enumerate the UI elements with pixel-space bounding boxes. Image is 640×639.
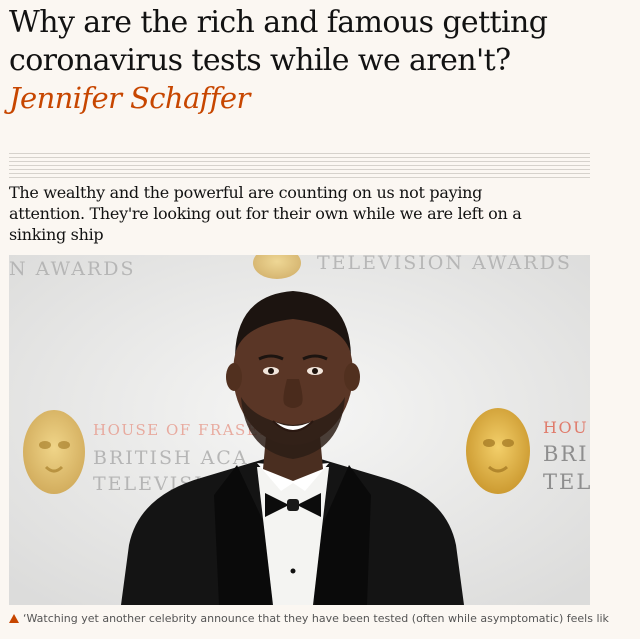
- article-photo: N AWARDS TELEVISION AWARDS HOUSE OF FRAS…: [9, 255, 590, 605]
- backdrop-text: TELEVISION AWARDS: [317, 255, 572, 274]
- bafta-mask-logo-left: [23, 410, 85, 494]
- bafta-mask-logo-right: [466, 408, 530, 494]
- backdrop-text: HOU: [543, 418, 588, 437]
- backdrop-text: TEL: [543, 470, 590, 494]
- headline: Why are the rich and famous getting coro…: [9, 5, 548, 78]
- byline-author[interactable]: Jennifer Schaffer: [9, 80, 250, 116]
- section-divider: [9, 153, 590, 178]
- backdrop-text: HOUSE OF FRASER: [93, 421, 272, 439]
- triangle-up-icon: [9, 614, 19, 623]
- backdrop-text: BRI: [543, 442, 589, 466]
- photo-caption: ‘Watching yet another celebrity announce…: [9, 611, 609, 627]
- photo-caption-text: ‘Watching yet another celebrity announce…: [23, 612, 609, 625]
- backdrop-text: BRITISH ACA: [93, 447, 249, 469]
- standfirst: The wealthy and the powerful are countin…: [9, 183, 522, 244]
- backdrop-text: N AWARDS: [9, 258, 135, 280]
